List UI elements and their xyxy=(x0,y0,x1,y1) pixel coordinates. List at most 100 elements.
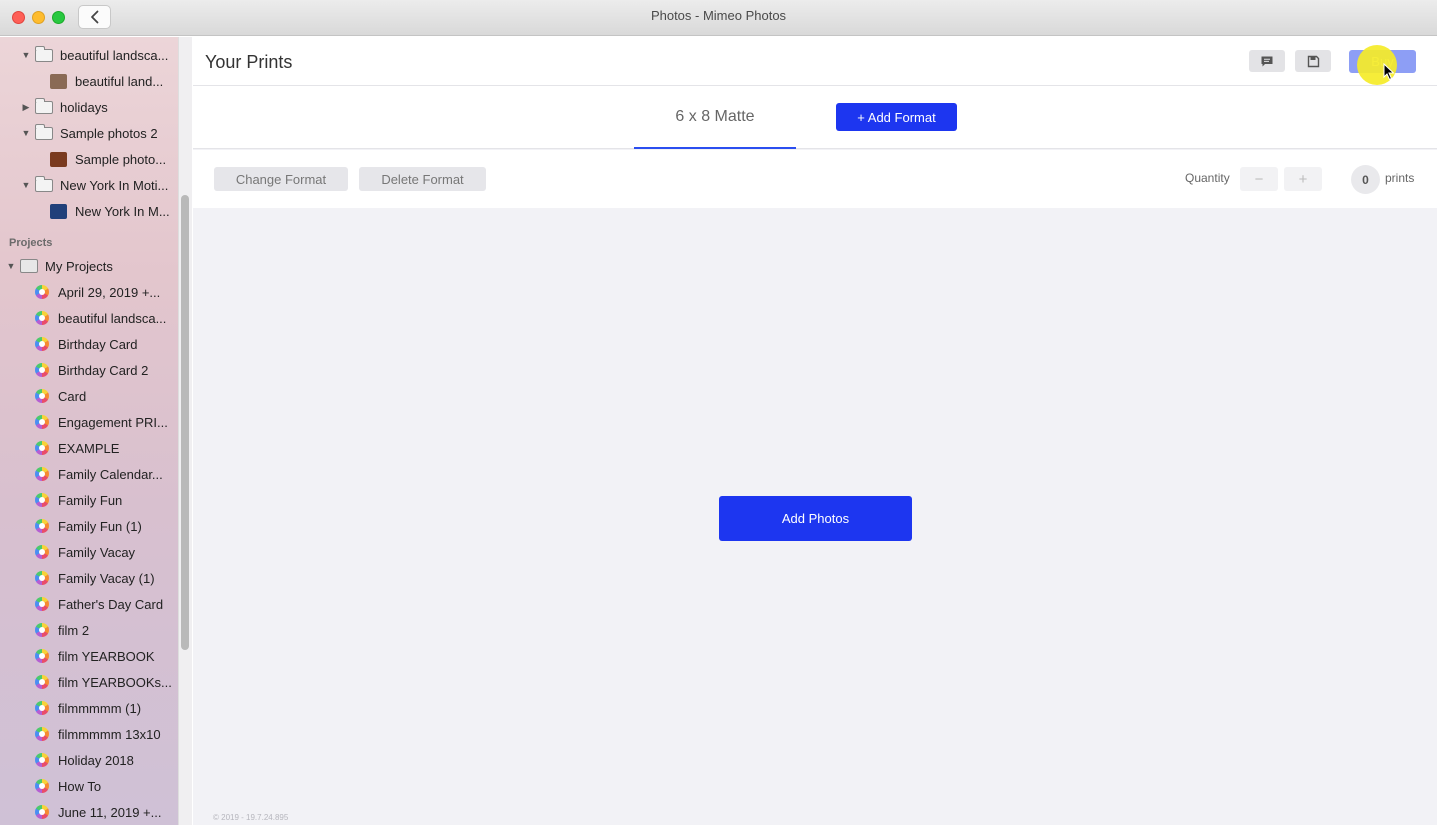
sidebar-item-project[interactable]: Birthday Card xyxy=(35,331,192,357)
sidebar-item-label: beautiful landsca... xyxy=(60,47,169,63)
version-text: © 2019 - 19.7.24.895 xyxy=(213,813,289,822)
sidebar-item-label: April 29, 2019 +... xyxy=(58,284,161,300)
sidebar-item-project[interactable]: film YEARBOOKs... xyxy=(35,669,192,695)
sidebar-scrollbar-thumb[interactable] xyxy=(181,195,189,650)
project-icon xyxy=(35,311,49,325)
save-button[interactable] xyxy=(1295,50,1331,72)
sidebar: ▼ beautiful landsca... beautiful land... ▶ h… xyxy=(0,37,192,825)
quantity-decrement-button[interactable]: − xyxy=(1240,167,1278,191)
sidebar-item-library[interactable]: ▼ beautiful landsca... xyxy=(21,42,192,68)
sidebar-item-library[interactable]: New York In M... xyxy=(50,198,192,224)
sidebar-item-project[interactable]: filmmmmm (1) xyxy=(35,695,192,721)
project-icon xyxy=(35,441,49,455)
sidebar-item-project[interactable]: beautiful landsca... xyxy=(35,305,192,331)
sidebar-item-project[interactable]: Engagement PRI... xyxy=(35,409,192,435)
folder-icon xyxy=(35,97,53,114)
project-icon xyxy=(35,545,49,559)
sidebar-item-label: Family Vacay xyxy=(58,544,136,560)
sidebar-item-label: Family Fun xyxy=(58,492,123,508)
sidebar-item-project[interactable]: April 29, 2019 +... xyxy=(35,279,192,305)
sidebar-item-library[interactable]: ▼ Sample photos 2 xyxy=(21,120,192,146)
sidebar-item-project[interactable]: filmmmmm 13x10 xyxy=(35,721,192,747)
format-actions-bar: Change Format Delete Format Quantity − +… xyxy=(193,150,1437,208)
project-icon xyxy=(35,675,49,689)
sidebar-item-label: My Projects xyxy=(45,258,113,274)
project-icon xyxy=(35,337,49,351)
project-icon xyxy=(35,285,49,299)
disclosure-collapsed-icon[interactable]: ▶ xyxy=(21,102,31,113)
sidebar-item-project[interactable]: Family Calendar... xyxy=(35,461,192,487)
project-icon xyxy=(35,519,49,533)
tab-6x8-matte[interactable]: 6 x 8 Matte xyxy=(634,86,796,149)
page-title: Your Prints xyxy=(205,52,293,72)
sidebar-item-project[interactable]: film YEARBOOK xyxy=(35,643,192,669)
sidebar-item-project[interactable]: EXAMPLE xyxy=(35,435,192,461)
project-icon xyxy=(35,623,49,637)
disclosure-expanded-icon[interactable]: ▼ xyxy=(21,128,31,138)
sidebar-item-label: June 11, 2019 +... xyxy=(58,804,162,820)
print-count-badge: 0 xyxy=(1351,165,1380,194)
chat-icon xyxy=(1261,56,1273,66)
sidebar-item-label: Holiday 2018 xyxy=(58,752,134,768)
sidebar-item-label: Engagement PRI... xyxy=(58,414,168,430)
change-format-button[interactable]: Change Format xyxy=(214,167,348,191)
title-bar: Photos - Mimeo Photos xyxy=(0,0,1437,36)
sidebar-item-project[interactable]: June 11, 2019 +... xyxy=(35,799,192,825)
main-content: Your Prints Buy 6 x 8 Matte + Add Format… xyxy=(193,37,1437,825)
sidebar-item-label: filmmmmm (1) xyxy=(58,700,142,716)
album-thumbnail-icon xyxy=(50,203,67,219)
window-title: Photos - Mimeo Photos xyxy=(650,8,787,23)
sidebar-item-label: beautiful land... xyxy=(75,73,164,89)
sidebar-item-library[interactable]: ▶ holidays xyxy=(21,94,192,120)
project-icon xyxy=(35,753,49,767)
sidebar-item-label: film 2 xyxy=(58,622,90,638)
sidebar-item-project[interactable]: Family Vacay xyxy=(35,539,192,565)
project-icon xyxy=(35,363,49,377)
sidebar-item-label: Sample photo... xyxy=(75,151,167,167)
header-bar: Your Prints Buy xyxy=(193,37,1437,86)
format-tabs-bar: 6 x 8 Matte + Add Format xyxy=(193,86,1437,149)
disclosure-expanded-icon[interactable]: ▼ xyxy=(6,261,16,271)
prints-unit-label: prints xyxy=(1385,171,1415,185)
sidebar-item-my-projects[interactable]: ▼ My Projects xyxy=(6,253,184,279)
disclosure-expanded-icon[interactable]: ▼ xyxy=(21,50,31,60)
sidebar-item-label: film YEARBOOK xyxy=(58,648,155,664)
add-photos-button[interactable]: Add Photos xyxy=(719,496,912,541)
projects-heading: Projects xyxy=(9,237,53,249)
project-icon xyxy=(35,649,49,663)
quantity-label: Quantity xyxy=(1185,171,1230,185)
sidebar-item-label: Family Vacay (1) xyxy=(58,570,155,586)
project-icon xyxy=(35,493,49,507)
folder-icon xyxy=(35,123,53,140)
projects-folder-icon xyxy=(20,259,38,273)
sidebar-item-project[interactable]: How To xyxy=(35,773,192,799)
add-format-button[interactable]: + Add Format xyxy=(836,103,957,131)
project-icon xyxy=(35,571,49,585)
sidebar-item-project[interactable]: Father's Day Card xyxy=(35,591,192,617)
comment-button[interactable] xyxy=(1249,50,1285,72)
album-thumbnail-icon xyxy=(50,151,67,167)
sidebar-item-project[interactable]: Holiday 2018 xyxy=(35,747,192,773)
project-icon xyxy=(35,701,49,715)
sidebar-item-label: Father's Day Card xyxy=(58,596,164,612)
sidebar-item-label: Family Calendar... xyxy=(58,466,163,482)
sidebar-item-label: Birthday Card 2 xyxy=(58,362,149,378)
sidebar-item-project[interactable]: Card xyxy=(35,383,192,409)
quantity-increment-button[interactable]: + xyxy=(1284,167,1322,191)
project-icon xyxy=(35,727,49,741)
sidebar-item-library[interactable]: Sample photo... xyxy=(50,146,192,172)
delete-format-button[interactable]: Delete Format xyxy=(359,167,486,191)
sidebar-item-project[interactable]: film 2 xyxy=(35,617,192,643)
sidebar-item-project[interactable]: Family Vacay (1) xyxy=(35,565,192,591)
sidebar-item-project[interactable]: Birthday Card 2 xyxy=(35,357,192,383)
sidebar-item-label: New York In M... xyxy=(75,203,170,219)
sidebar-item-label: New York In Moti... xyxy=(60,177,169,193)
disclosure-expanded-icon[interactable]: ▼ xyxy=(21,180,31,190)
project-icon xyxy=(35,597,49,611)
folder-icon xyxy=(35,175,53,192)
sidebar-item-library[interactable]: ▼ New York In Moti... xyxy=(21,172,192,198)
sidebar-item-library[interactable]: beautiful land... xyxy=(50,68,192,94)
sidebar-item-project[interactable]: Family Fun (1) xyxy=(35,513,192,539)
sidebar-item-project[interactable]: Family Fun xyxy=(35,487,192,513)
save-icon xyxy=(1307,55,1319,67)
